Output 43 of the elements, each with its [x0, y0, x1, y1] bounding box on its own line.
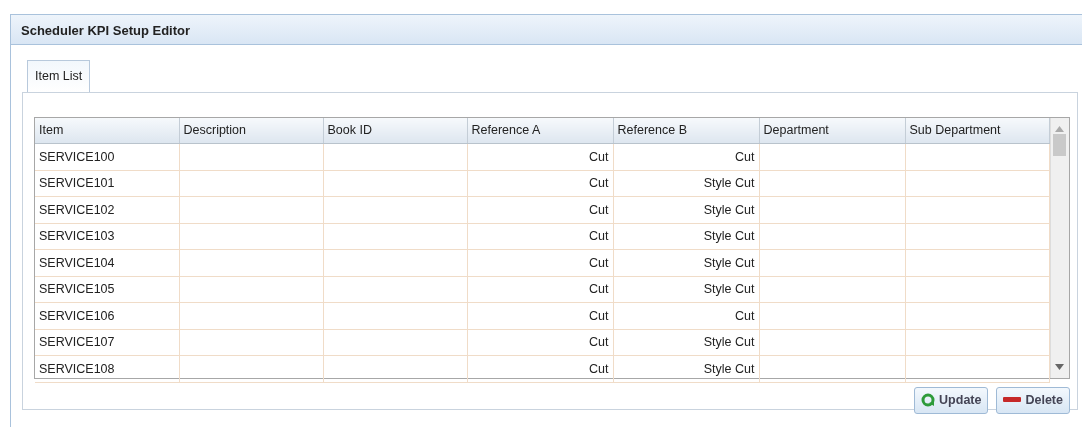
table-cell: Style Cut: [703, 335, 755, 350]
table-cell: Cut: [589, 149, 609, 164]
table-cell: Cut: [589, 335, 609, 350]
table-cell: Style Cut: [703, 176, 755, 191]
refresh-icon: [921, 393, 936, 408]
table-cell: Cut: [735, 149, 755, 164]
scroll-thumb[interactable]: [1053, 133, 1067, 156]
table-cell: Cut: [589, 255, 609, 270]
table-cell: Cut: [589, 282, 609, 297]
table-cell: Style Cut: [703, 282, 755, 297]
table-cell: Cut: [589, 176, 609, 191]
window-title: Scheduler KPI Setup Editor: [11, 15, 1082, 45]
table-cell: SERVICE105: [39, 282, 115, 297]
table-cell: Cut: [589, 202, 609, 217]
table-cell: SERVICE107: [39, 335, 115, 350]
scrollbar[interactable]: [1049, 117, 1069, 378]
column-header[interactable]: Department: [759, 117, 905, 144]
table-cell: SERVICE102: [39, 202, 115, 217]
table-cell: Style Cut: [703, 229, 755, 244]
table-cell: SERVICE106: [39, 308, 115, 323]
minus-icon: [1003, 397, 1022, 404]
column-header[interactable]: Description: [179, 117, 323, 144]
table-cell: SERVICE101: [39, 176, 115, 191]
column-header[interactable]: Reference A: [467, 117, 613, 144]
tab[interactable]: Item List: [27, 60, 91, 92]
table-cell: Style Cut: [703, 361, 755, 376]
table-cell: SERVICE100: [39, 149, 115, 164]
column-header[interactable]: Book ID: [323, 117, 467, 144]
column-header[interactable]: Sub Department: [905, 117, 1049, 144]
table-cell: SERVICE104: [39, 255, 115, 270]
scroll-down-icon[interactable]: [1055, 363, 1065, 370]
table-cell: SERVICE108: [39, 361, 115, 376]
column-header[interactable]: Reference B: [613, 117, 759, 144]
table-cell: Cut: [589, 361, 609, 376]
table-cell: Style Cut: [703, 255, 755, 270]
update-button[interactable]: Update: [914, 386, 989, 414]
delete-button[interactable]: Delete: [996, 386, 1070, 414]
table-cell: Cut: [589, 229, 609, 244]
column-header[interactable]: Item: [35, 117, 179, 144]
table-cell: Style Cut: [703, 202, 755, 217]
table-cell: SERVICE103: [39, 229, 115, 244]
table-cell: Cut: [589, 308, 609, 323]
table-cell: Cut: [735, 308, 755, 323]
